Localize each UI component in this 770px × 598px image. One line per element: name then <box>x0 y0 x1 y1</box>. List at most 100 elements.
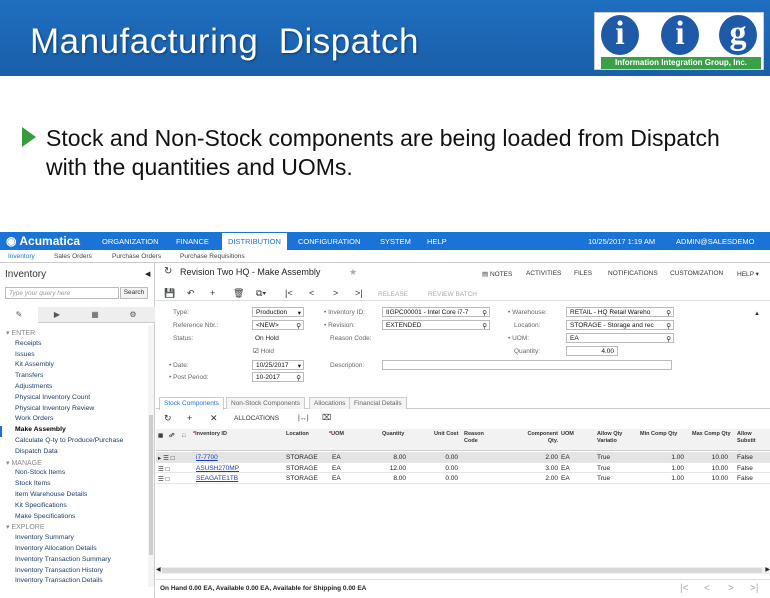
files-link[interactable]: FILES <box>574 270 592 277</box>
cell-inventory-id[interactable]: ASUSH270MP <box>196 465 239 472</box>
notifications-link[interactable]: NOTIFICATIONS <box>608 270 658 277</box>
last-record-icon[interactable]: >| <box>355 288 363 298</box>
sidebar-item-non-stock-items[interactable]: Non-Stock Items <box>0 469 148 480</box>
previous-record-icon[interactable]: < <box>309 288 314 298</box>
cell-allow-substit[interactable]: False <box>737 465 753 472</box>
customization-link[interactable]: CUSTOMIZATION <box>670 270 723 277</box>
sidebar-item-physical-inventory-review[interactable]: Physical Inventory Review <box>0 405 148 416</box>
cell-inventory-id[interactable]: SEAGATE1TB <box>196 475 238 482</box>
col-inventory-id[interactable]: *Inventory ID <box>193 431 227 438</box>
tab-non-stock-components[interactable]: Non-Stock Components <box>226 397 306 409</box>
sidebar-item-issues[interactable]: Issues <box>0 351 148 362</box>
sidebar-item-kit-specifications[interactable]: Kit Specifications <box>0 502 148 513</box>
first-record-icon[interactable]: |< <box>285 288 293 298</box>
col-allow-substitution[interactable]: Allow Substit <box>737 431 761 444</box>
sidebar-item-receipts[interactable]: Receipts <box>0 340 148 351</box>
tab-financial-details[interactable]: Financial Details <box>349 397 407 409</box>
release-button[interactable]: RELEASE <box>378 291 408 298</box>
uom-field[interactable]: EA ⚲ <box>566 333 674 343</box>
cell-max-comp-qty[interactable]: 10.00 <box>692 465 728 472</box>
cell-min-comp-qty[interactable]: 1.00 <box>640 454 684 461</box>
save-icon[interactable]: 💾 <box>164 288 175 299</box>
nav-finance[interactable]: FINANCE <box>176 237 209 246</box>
pager-last-icon[interactable]: >| <box>750 583 758 594</box>
cell-allow-qty-variatio[interactable]: True <box>597 475 610 482</box>
refresh-icon[interactable]: ↻ <box>164 266 172 277</box>
warehouse-field[interactable]: RETAIL - HQ Retail Wareho ⚲ <box>566 307 674 317</box>
cell-min-comp-qty[interactable]: 1.00 <box>640 475 684 482</box>
delete-icon[interactable]: 🗑 <box>233 288 244 299</box>
fit-columns-icon[interactable]: |↔| <box>298 415 309 422</box>
sidebar-item-adjustments[interactable]: Adjustments <box>0 383 148 394</box>
cell-unit-cost[interactable]: 0.00 <box>426 454 458 461</box>
cell-component-qty-[interactable]: 2.00 <box>520 454 558 461</box>
sidebar-item-make-specifications[interactable]: Make Specifications <box>0 513 148 524</box>
cell-uom[interactable]: EA <box>561 454 570 461</box>
sidebar-section-explore[interactable]: ▾ EXPLORE <box>0 523 148 534</box>
add-icon[interactable]: + <box>210 288 215 298</box>
sidebar-item-stock-items[interactable]: Stock Items <box>0 480 148 491</box>
sidebar-item-inventory-transaction-details[interactable]: Inventory Transaction Details <box>0 577 148 588</box>
sidebar-search-button[interactable]: Search <box>120 287 148 299</box>
cell-allow-substit[interactable]: False <box>737 475 753 482</box>
cell-location[interactable]: STORAGE <box>286 454 318 461</box>
cell-inventory-id[interactable]: i7-7700 <box>196 454 218 461</box>
cell-allow-substit[interactable]: False <box>737 454 753 461</box>
col-min-comp-qty[interactable]: Min Comp Qty <box>640 431 677 438</box>
cell-uom[interactable]: EA <box>332 475 341 482</box>
table-row[interactable]: ☰ □ SEAGATE1TB STORAGE EA 8.00 0.00 2.00 EA True… <box>156 473 770 484</box>
cell-location[interactable]: STORAGE <box>286 475 318 482</box>
col-component-qty[interactable]: Component Qty. <box>522 431 558 444</box>
cell-uom[interactable]: EA <box>332 454 341 461</box>
activities-link[interactable]: ACTIVITIES <box>526 270 561 277</box>
grid-refresh-icon[interactable]: ↻ <box>164 413 172 424</box>
sidebar-item-inventory-allocation-details[interactable]: Inventory Allocation Details <box>0 545 148 556</box>
location-field[interactable]: STORAGE - Storage and rec ⚲ <box>566 320 674 330</box>
col-location[interactable]: Location <box>286 431 309 438</box>
subnav-purchase-requisitions[interactable]: Purchase Requisitions <box>180 253 245 260</box>
cell-uom[interactable]: EA <box>561 465 570 472</box>
hold-checkbox[interactable]: ☑ Hold <box>253 347 274 355</box>
cell-max-comp-qty[interactable]: 10.00 <box>692 475 728 482</box>
play-icon[interactable]: ▶ <box>38 307 76 323</box>
cell-min-comp-qty[interactable]: 1.00 <box>640 465 684 472</box>
cell-allow-qty-variatio[interactable]: True <box>597 465 610 472</box>
table-row[interactable]: ☰ □ ASUSH270MP STORAGE EA 12.00 0.00 3.00 EA Tru… <box>156 463 770 473</box>
sidebar-section-manage[interactable]: ▾ MANAGE <box>0 459 148 470</box>
sidebar-item-make-assembly[interactable]: Make Assembly <box>0 426 148 437</box>
table-row[interactable]: ▸ ☰ □ i7-7700 STORAGE EA 8.00 0.00 2.00 EA True 1… <box>156 452 770 463</box>
cell-quantity[interactable]: 8.00 <box>374 454 406 461</box>
period-field[interactable]: 10-2017 ⚲ <box>252 372 304 382</box>
acumatica-logo[interactable]: ◉ Acumatica <box>6 234 80 248</box>
sidebar-section-enter[interactable]: ▾ ENTER <box>0 329 148 340</box>
description-field[interactable] <box>382 360 672 370</box>
grid-add-icon[interactable]: + <box>187 413 192 423</box>
notes-link[interactable]: ▤ NOTES <box>482 270 512 278</box>
sidebar-item-inventory-transaction-history[interactable]: Inventory Transaction History <box>0 567 148 578</box>
gear-icon[interactable]: ⚙ <box>114 307 152 323</box>
cell-max-comp-qty[interactable]: 10.00 <box>692 454 728 461</box>
grid-delete-icon[interactable]: ✕ <box>210 413 218 424</box>
column-settings-icon[interactable]: ▦ <box>158 433 163 440</box>
sidebar-item-physical-inventory-count[interactable]: Physical Inventory Count <box>0 394 148 405</box>
report-icon[interactable]: ▦ <box>76 307 114 323</box>
col-uom[interactable]: *UOM <box>329 431 344 438</box>
cell-component-qty-[interactable]: 2.00 <box>520 475 558 482</box>
copy-paste-icon[interactable]: ⧉▾ <box>256 288 266 299</box>
sidebar-item-inventory-transaction-summary[interactable]: Inventory Transaction Summary <box>0 556 148 567</box>
sidebar-scrollbar[interactable] <box>148 325 154 587</box>
undo-icon[interactable]: ↶ <box>187 288 195 299</box>
cell-unit-cost[interactable]: 0.00 <box>426 475 458 482</box>
next-record-icon[interactable]: > <box>333 288 338 298</box>
grid-horizontal-scrollbar[interactable]: ◀ ▶ <box>156 567 770 574</box>
nav-organization[interactable]: ORGANIZATION <box>102 237 159 246</box>
col-component-uom[interactable]: UOM <box>561 431 574 438</box>
cell-allow-qty-variatio[interactable]: True <box>597 454 610 461</box>
pencil-icon[interactable]: ✎ <box>0 307 38 323</box>
cell-uom[interactable]: EA <box>561 475 570 482</box>
type-select[interactable]: Production ▾ <box>252 307 304 317</box>
inventory-id-field[interactable]: IIGPC00001 - Intel Core i7-7 ⚲ <box>382 307 490 317</box>
scroll-up-icon[interactable]: ▲ <box>754 311 760 317</box>
nav-configuration[interactable]: CONFIGURATION <box>298 237 360 246</box>
cell-location[interactable]: STORAGE <box>286 465 318 472</box>
